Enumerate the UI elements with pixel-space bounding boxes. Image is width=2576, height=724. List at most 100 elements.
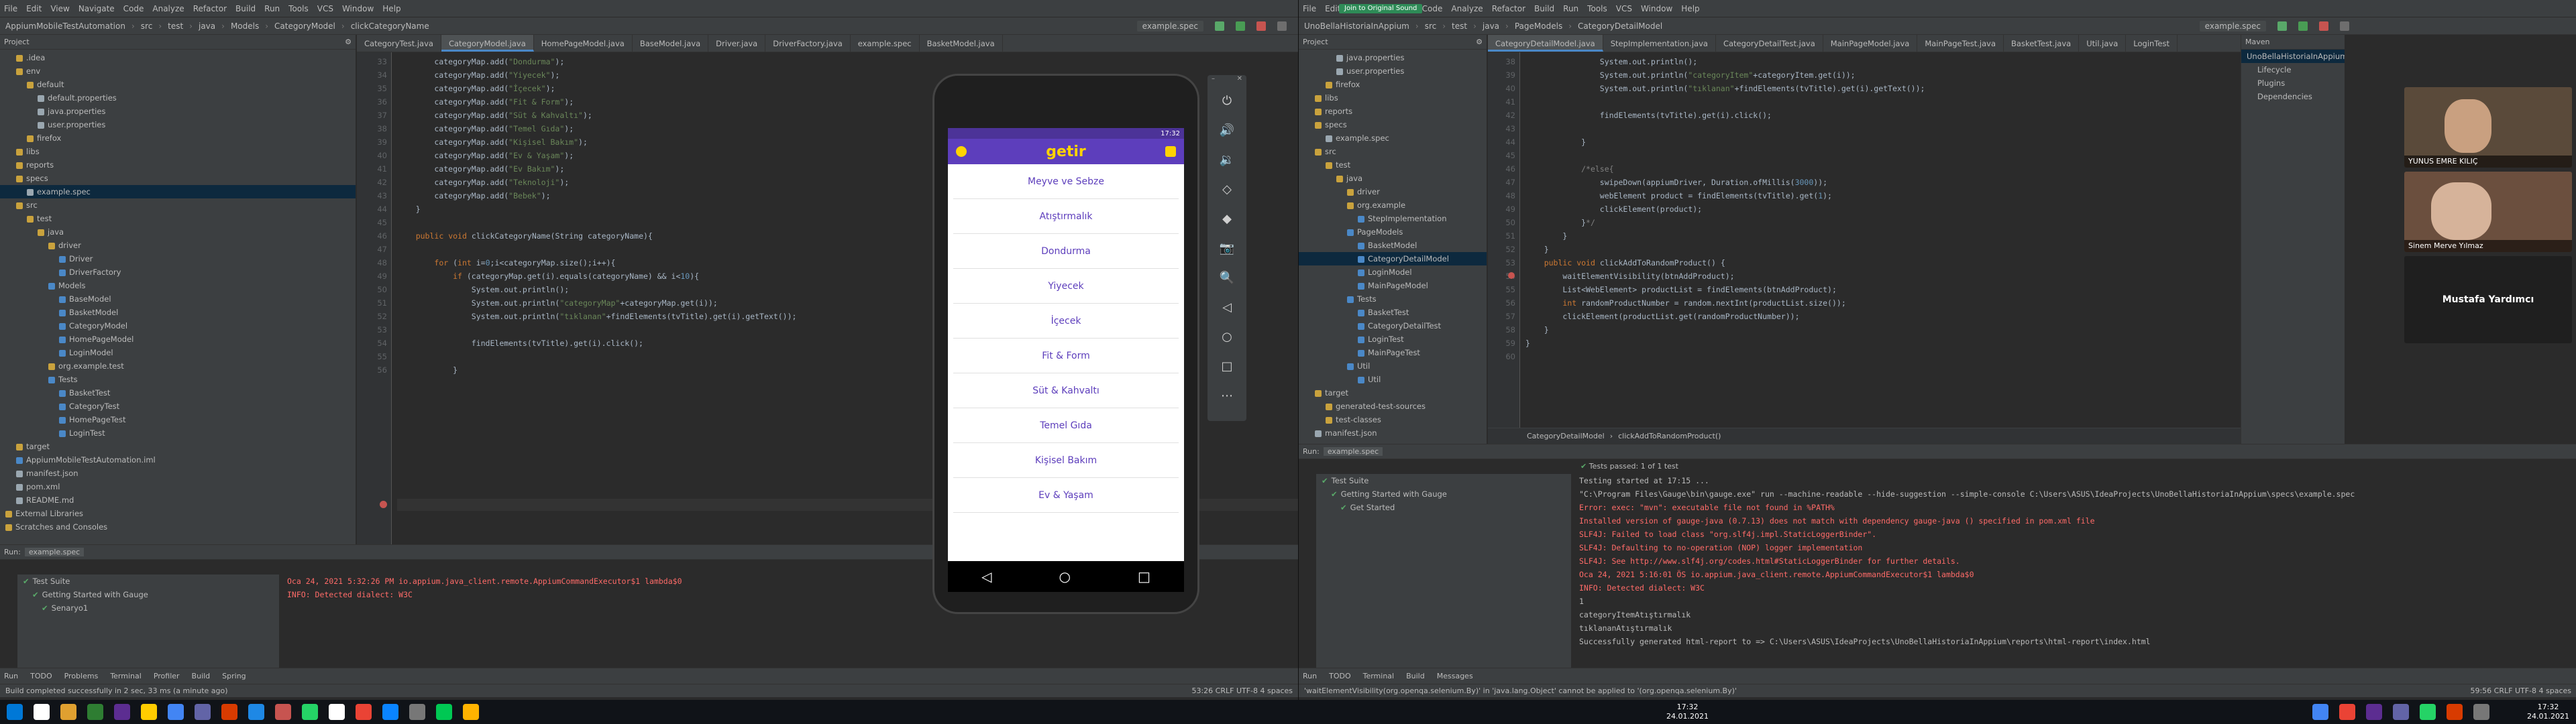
left-tree-item[interactable]: libs — [0, 145, 356, 158]
right-tree-item[interactable]: LoginTest — [1299, 333, 1487, 346]
menu-item-refactor[interactable]: Refactor — [1492, 4, 1525, 13]
left-crumb[interactable]: Models — [231, 21, 259, 31]
left-tree-item[interactable]: README.md — [0, 493, 356, 507]
run-icon[interactable] — [1215, 21, 1224, 31]
right-run-tree[interactable]: ✔ Test Suite ✔ Getting Started with Gauge ✔ G… — [1316, 474, 1571, 668]
right-project-tree[interactable]: java.properties user.properties firefox lib… — [1299, 50, 1487, 440]
right-run-tree-item[interactable]: ✔ Get Started — [1316, 501, 1571, 514]
back-icon[interactable]: ◁ — [981, 568, 991, 585]
menu-item-run[interactable]: Run — [264, 4, 280, 13]
taskbar-app-icon[interactable] — [2366, 704, 2383, 720]
taskbar-app-icon[interactable] — [2393, 704, 2410, 720]
debug-icon[interactable] — [1236, 21, 1245, 31]
left-editor-tab[interactable]: BasketModel.java — [920, 35, 1003, 52]
right-code-line[interactable]: clickElement(product); — [1525, 202, 2241, 216]
taskbar-app-icon[interactable] — [60, 704, 76, 720]
category-item[interactable]: Dondurma — [953, 234, 1179, 269]
emulator-tool-icon[interactable]: ⋯ — [1208, 381, 1246, 410]
right-tree-item[interactable]: driver — [1299, 185, 1487, 198]
menu-item-edit[interactable]: Edit — [1325, 4, 1340, 13]
left-tree-item[interactable]: env — [0, 64, 356, 78]
left-tool-tab[interactable]: Problems — [64, 672, 99, 680]
right-code-line[interactable] — [1525, 95, 2241, 109]
menu-item-analyze[interactable]: Analyze — [152, 4, 184, 13]
left-tree-item[interactable]: Tests — [0, 373, 356, 386]
left-tree-item[interactable]: user.properties — [0, 118, 356, 131]
right-tool-tab[interactable]: Run — [1303, 672, 1317, 680]
right-editor-tab[interactable]: MainPageModel.java — [1823, 35, 1918, 52]
right-code-line[interactable]: waitElementVisibility(btnAddProduct); — [1525, 269, 2241, 283]
right-code-line[interactable]: } — [1525, 323, 2241, 337]
participant-tile-3[interactable]: Mustafa Yardımcı — [2404, 256, 2572, 343]
left-crumb[interactable]: clickCategoryName — [351, 21, 429, 31]
maven-item[interactable]: Dependencies — [2241, 90, 2345, 103]
left-editor-tab[interactable]: CategoryTest.java — [357, 35, 441, 52]
debug-icon[interactable] — [2298, 21, 2308, 31]
left-tree-item[interactable]: test — [0, 212, 356, 225]
taskbar-app-icon[interactable] — [221, 704, 237, 720]
right-tree-item[interactable]: firefox — [1299, 78, 1487, 91]
basket-icon[interactable] — [1165, 146, 1176, 157]
category-item[interactable]: Kişisel Bakım — [953, 443, 1179, 478]
right-tree-item[interactable]: test-classes — [1299, 413, 1487, 426]
left-tree-item[interactable]: default — [0, 78, 356, 91]
left-run-tree-item[interactable]: ✔ Test Suite — [17, 575, 279, 588]
phone-screen[interactable]: 17:32 getir Meyve ve Sebze Atıştırmalık Do… — [948, 128, 1184, 561]
right-tree-item[interactable]: manifest.json — [1299, 426, 1487, 440]
emulator-tool-icon[interactable]: 📷 — [1208, 233, 1246, 263]
left-tree-item[interactable]: Models — [0, 279, 356, 292]
taskbar-app-icon[interactable] — [141, 704, 157, 720]
left-tree-item[interactable]: AppiumMobileTestAutomation.iml — [0, 453, 356, 467]
menu-item-build[interactable]: Build — [1534, 4, 1554, 13]
right-tree-item[interactable]: LoginModel — [1299, 265, 1487, 279]
right-tree-item[interactable]: Util — [1299, 359, 1487, 373]
right-editor-tab[interactable]: CategoryDetailModel.java — [1488, 35, 1603, 52]
right-code-line[interactable]: System.out.println(); — [1525, 55, 2241, 68]
category-item[interactable]: Temel Gıda — [953, 408, 1179, 443]
taskbar-app-icon[interactable] — [302, 704, 318, 720]
taskbar-app-icon[interactable] — [248, 704, 264, 720]
right-tree-item[interactable]: specs — [1299, 118, 1487, 131]
category-item[interactable]: İçecek — [953, 304, 1179, 339]
stop-icon[interactable] — [2319, 21, 2328, 31]
right-crumb[interactable]: CategoryDetailModel — [1578, 21, 1662, 31]
left-tree-item[interactable]: java — [0, 225, 356, 239]
right-code-line[interactable]: List<WebElement> productList = findEleme… — [1525, 283, 2241, 296]
menu-item-refactor[interactable]: Refactor — [193, 4, 227, 13]
menu-item-window[interactable]: Window — [342, 4, 374, 13]
emulator-tool-icon[interactable]: 🔉 — [1208, 145, 1246, 174]
menu-item-vcs[interactable]: VCS — [1616, 4, 1632, 13]
left-run-tree[interactable]: ✔ Test Suite ✔ Getting Started with Gauge ✔ S… — [17, 575, 279, 668]
taskbar-app-icon[interactable] — [2312, 704, 2329, 720]
right-code-line[interactable]: } — [1525, 243, 2241, 256]
taskbar-app-icon[interactable] — [409, 704, 425, 720]
right-code-line[interactable] — [1525, 122, 2241, 135]
menu-item-analyze[interactable]: Analyze — [1451, 4, 1483, 13]
menu-item-navigate[interactable]: Navigate — [78, 4, 115, 13]
close-icon[interactable]: ✕ — [1237, 75, 1242, 86]
menu-item-code[interactable]: Code — [1422, 4, 1443, 13]
left-tree-item[interactable]: firefox — [0, 131, 356, 145]
left-tree-item[interactable]: .idea — [0, 51, 356, 64]
left-tree-item[interactable]: target — [0, 440, 356, 453]
left-tree-item[interactable]: Scratches and Consoles — [0, 520, 356, 534]
left-tree-item[interactable]: manifest.json — [0, 467, 356, 480]
right-editor-tab[interactable]: CategoryDetailTest.java — [1716, 35, 1823, 52]
emulator-tool-icon[interactable]: 🔍 — [1208, 263, 1246, 292]
emulator-tool-icon[interactable]: 🔊 — [1208, 115, 1246, 145]
left-tree-item[interactable]: HomePageTest — [0, 413, 356, 426]
right-code-line[interactable]: System.out.println("tıklanan"+findElemen… — [1525, 82, 2241, 95]
right-crumb[interactable]: test — [1452, 21, 1467, 31]
right-code-line[interactable]: System.out.println("categoryItem"+catego… — [1525, 68, 2241, 82]
menu-item-file[interactable]: File — [1303, 4, 1316, 13]
right-editor-tab[interactable]: Util.java — [2079, 35, 2127, 52]
right-crumb[interactable]: java — [1483, 21, 1499, 31]
left-tree-item[interactable]: org.example.test — [0, 359, 356, 373]
maven-tree[interactable]: UnoBellaHistoriaInAppium Lifecycle Plugins… — [2241, 50, 2345, 103]
stop-icon[interactable] — [1256, 21, 1266, 31]
left-crumb[interactable]: test — [168, 21, 183, 31]
right-code-line[interactable] — [1525, 149, 2241, 162]
gear-icon[interactable]: ⚙ — [1476, 38, 1483, 46]
left-tree-item[interactable]: specs — [0, 172, 356, 185]
right-tree-item[interactable]: libs — [1299, 91, 1487, 105]
